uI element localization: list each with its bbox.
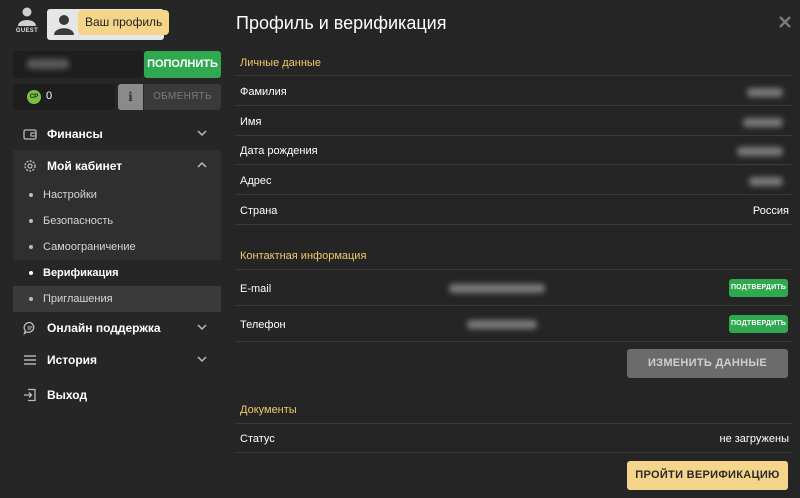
divider	[235, 135, 793, 136]
chevron-down-icon	[197, 324, 207, 331]
bullet	[29, 219, 33, 223]
email-value-blurred	[449, 284, 545, 293]
sidebar-item-cabinet[interactable]: Мой кабинет	[13, 150, 221, 182]
sidebar-item-selflimit[interactable]: Самоограничение	[13, 234, 221, 260]
phone-value-blurred	[467, 320, 537, 329]
sidebar-item-label: Приглашения	[43, 293, 113, 305]
country-label: Страна	[240, 205, 278, 217]
user-icon	[54, 15, 74, 35]
sidebar-item-support[interactable]: Онлайн поддержка	[13, 312, 221, 344]
gear-icon	[24, 160, 36, 172]
surname-label: Фамилия	[240, 86, 287, 98]
sidebar-item-finance[interactable]: Финансы	[13, 118, 221, 150]
change-data-button[interactable]: ИЗМЕНИТЬ ДАННЫЕ	[627, 349, 788, 378]
cabinet-submenu: Настройки Безопасность Самоограничение В…	[13, 182, 221, 312]
divider	[235, 164, 793, 165]
guest-label: GUEST	[15, 28, 39, 34]
sidebar-menu: Финансы Мой кабинет Настройки Безопаснос	[13, 118, 221, 411]
sidebar-item-label: Самоограничение	[43, 241, 136, 253]
status-label: Статус	[240, 433, 275, 445]
cp-badge-icon: CP	[27, 90, 41, 104]
profile-panel: Профиль и верификация Личные данные Фами…	[229, 0, 800, 498]
user-icon	[18, 7, 36, 26]
divider	[235, 269, 793, 270]
divider	[235, 75, 793, 76]
bullet	[29, 297, 33, 301]
bullet	[29, 271, 33, 275]
bullet	[29, 193, 33, 197]
sidebar-item-label: Верификация	[43, 267, 119, 279]
sidebar-item-invites[interactable]: Приглашения	[13, 286, 221, 312]
phone-label: Телефон	[240, 319, 286, 331]
address-label: Адрес	[240, 175, 272, 187]
wallet-icon	[23, 129, 37, 140]
divider	[235, 452, 793, 453]
divider	[235, 305, 793, 306]
divider	[235, 105, 793, 106]
sidebar-item-label: Настройки	[43, 189, 97, 201]
section-personal-heading: Личные данные	[240, 57, 321, 69]
exchange-button[interactable]: ОБМЕНЯТЬ	[144, 84, 221, 110]
sidebar-item-label: Мой кабинет	[47, 159, 123, 173]
divider	[235, 224, 793, 225]
birthdate-label: Дата рождения	[240, 145, 318, 157]
chevron-down-icon	[197, 130, 207, 137]
topup-button[interactable]: ПОПОЛНИТЬ	[144, 51, 221, 78]
sidebar-item-history[interactable]: История	[13, 344, 221, 376]
chevron-down-icon	[197, 356, 207, 363]
name-value-blurred	[743, 118, 783, 127]
confirm-phone-button[interactable]: ПОДТВЕРДИТЬ	[729, 315, 788, 333]
cp-balance: CP 0	[13, 84, 115, 110]
sidebar: GUEST ru Ваш профиль ПОПОЛНИТЬ CP 0 i ОБ…	[0, 0, 229, 498]
sidebar-item-label: Безопасность	[43, 215, 114, 227]
chat-icon	[23, 321, 35, 335]
email-label: E-mail	[240, 283, 272, 295]
cp-value: 0	[46, 90, 53, 102]
divider	[235, 341, 793, 342]
balance-blurred	[27, 59, 69, 69]
sidebar-item-label: Финансы	[47, 127, 103, 141]
chevron-up-icon	[197, 161, 207, 168]
sidebar-item-security[interactable]: Безопасность	[13, 208, 221, 234]
close-icon[interactable]	[778, 15, 792, 29]
list-icon	[24, 355, 36, 365]
sidebar-item-label: История	[47, 353, 98, 367]
guest-avatar[interactable]: GUEST	[10, 6, 44, 38]
status-value: не загружены	[719, 433, 790, 445]
surname-value-blurred	[747, 88, 783, 97]
sidebar-item-settings[interactable]: Настройки	[13, 182, 221, 208]
profile-tooltip: Ваш профиль	[78, 10, 170, 35]
section-documents-heading: Документы	[240, 404, 297, 416]
sidebar-item-label: Онлайн поддержка	[47, 321, 161, 335]
page-title: Профиль и верификация	[236, 13, 447, 33]
sidebar-item-logout[interactable]: Выход	[13, 379, 221, 411]
address-value-blurred	[749, 177, 783, 186]
info-button[interactable]: i	[118, 84, 143, 110]
verify-button[interactable]: ПРОЙТИ ВЕРИФИКАЦИЮ	[627, 461, 788, 490]
sidebar-item-label: Выход	[47, 388, 88, 402]
sidebar-item-verification[interactable]: Верификация	[13, 260, 221, 286]
section-contact-heading: Контактная информация	[240, 250, 367, 262]
divider	[235, 423, 793, 424]
balance-select[interactable]	[13, 51, 143, 78]
birthdate-value-blurred	[737, 147, 783, 156]
logout-icon	[24, 388, 36, 402]
divider	[235, 194, 793, 195]
name-label: Имя	[240, 116, 262, 128]
bullet	[29, 245, 33, 249]
country-value: Россия	[752, 205, 789, 217]
confirm-email-button[interactable]: ПОДТВЕРДИТЬ	[729, 279, 788, 297]
